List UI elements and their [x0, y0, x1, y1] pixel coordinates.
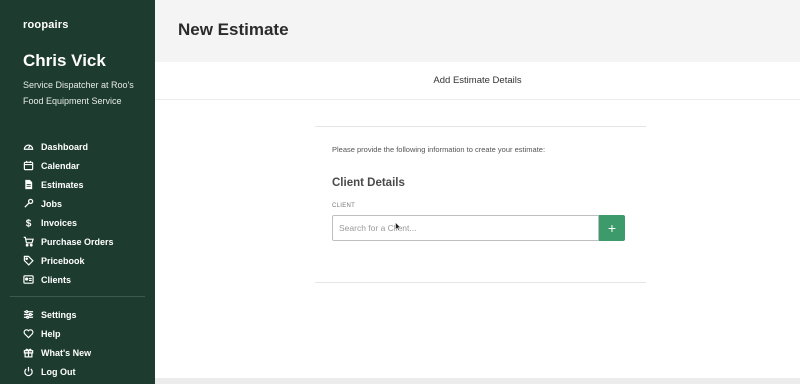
footer-bar — [155, 378, 800, 384]
sidebar-item-jobs[interactable]: Jobs — [23, 194, 148, 213]
sidebar-item-label: Invoices — [41, 217, 78, 228]
dollar-icon: $ — [26, 219, 32, 228]
sidebar-item-label: Dashboard — [41, 141, 89, 152]
user-role: Service Dispatcher at Roo's Food Equipme… — [23, 80, 134, 106]
wrench-icon — [24, 198, 34, 208]
heart-icon — [23, 329, 34, 339]
sidebar-item-purchase-orders[interactable]: Purchase Orders — [23, 232, 148, 251]
client-search-input[interactable] — [332, 215, 599, 241]
sidebar-divider — [10, 296, 145, 297]
client-label: CLIENT — [332, 203, 356, 209]
tag-icon — [23, 255, 34, 266]
sidebar-item-label: Calendar — [41, 160, 80, 171]
sidebar-item-label: Clients — [41, 274, 72, 285]
cursor-icon — [395, 222, 401, 231]
power-icon — [24, 366, 33, 377]
sidebar-item-settings[interactable]: Settings — [23, 305, 148, 324]
section-header: Add Estimate Details — [155, 62, 800, 100]
sidebar-item-clients[interactable]: Clients — [23, 270, 148, 289]
main-nav: Dashboard Calendar Estimates Jobs $ Invo… — [23, 137, 148, 289]
sidebar-item-pricebook[interactable]: Pricebook — [23, 251, 148, 270]
document-icon — [25, 179, 33, 190]
estimate-form: Please provide the following information… — [315, 126, 646, 283]
user-name: Chris Vick — [23, 51, 106, 70]
sidebar-item-invoices[interactable]: $ Invoices — [23, 213, 148, 232]
client-details-heading: Client Details — [332, 177, 405, 189]
sidebar-item-label: Purchase Orders — [41, 236, 114, 247]
cart-icon — [23, 236, 34, 247]
sidebar-item-whats-new[interactable]: What's New — [23, 343, 148, 362]
sidebar-item-label: Estimates — [41, 179, 84, 190]
sidebar-item-label: What's New — [41, 347, 92, 358]
sidebar-item-dashboard[interactable]: Dashboard — [23, 137, 148, 156]
id-card-icon — [23, 275, 34, 284]
roopairs-logo[interactable]: roopairs — [23, 19, 69, 31]
sidebar-item-label: Settings — [41, 309, 77, 320]
sidebar-item-log-out[interactable]: Log Out — [23, 362, 148, 381]
calendar-icon — [23, 160, 34, 171]
form-intro: Please provide the following information… — [332, 145, 546, 154]
sidebar-item-label: Jobs — [41, 198, 63, 209]
page-title: New Estimate — [178, 20, 289, 39]
page-header: New Estimate — [155, 0, 800, 62]
sidebar-item-label: Pricebook — [41, 255, 85, 266]
dashboard-icon — [23, 144, 34, 150]
sidebar-item-calendar[interactable]: Calendar — [23, 156, 148, 175]
sidebar-item-estimates[interactable]: Estimates — [23, 175, 148, 194]
add-client-button[interactable]: + — [599, 215, 625, 241]
section-title: Add Estimate Details — [433, 75, 522, 86]
sliders-icon — [23, 310, 34, 319]
gift-icon — [23, 348, 34, 358]
svg-text:$: $ — [26, 219, 32, 228]
sidebar-item-label: Log Out — [41, 366, 76, 377]
sidebar: roopairs Chris Vick Service Dispatcher a… — [0, 0, 155, 384]
secondary-nav: Settings Help What's New Log Out — [23, 305, 148, 381]
sidebar-item-help[interactable]: Help — [23, 324, 148, 343]
sidebar-item-label: Help — [41, 328, 61, 339]
